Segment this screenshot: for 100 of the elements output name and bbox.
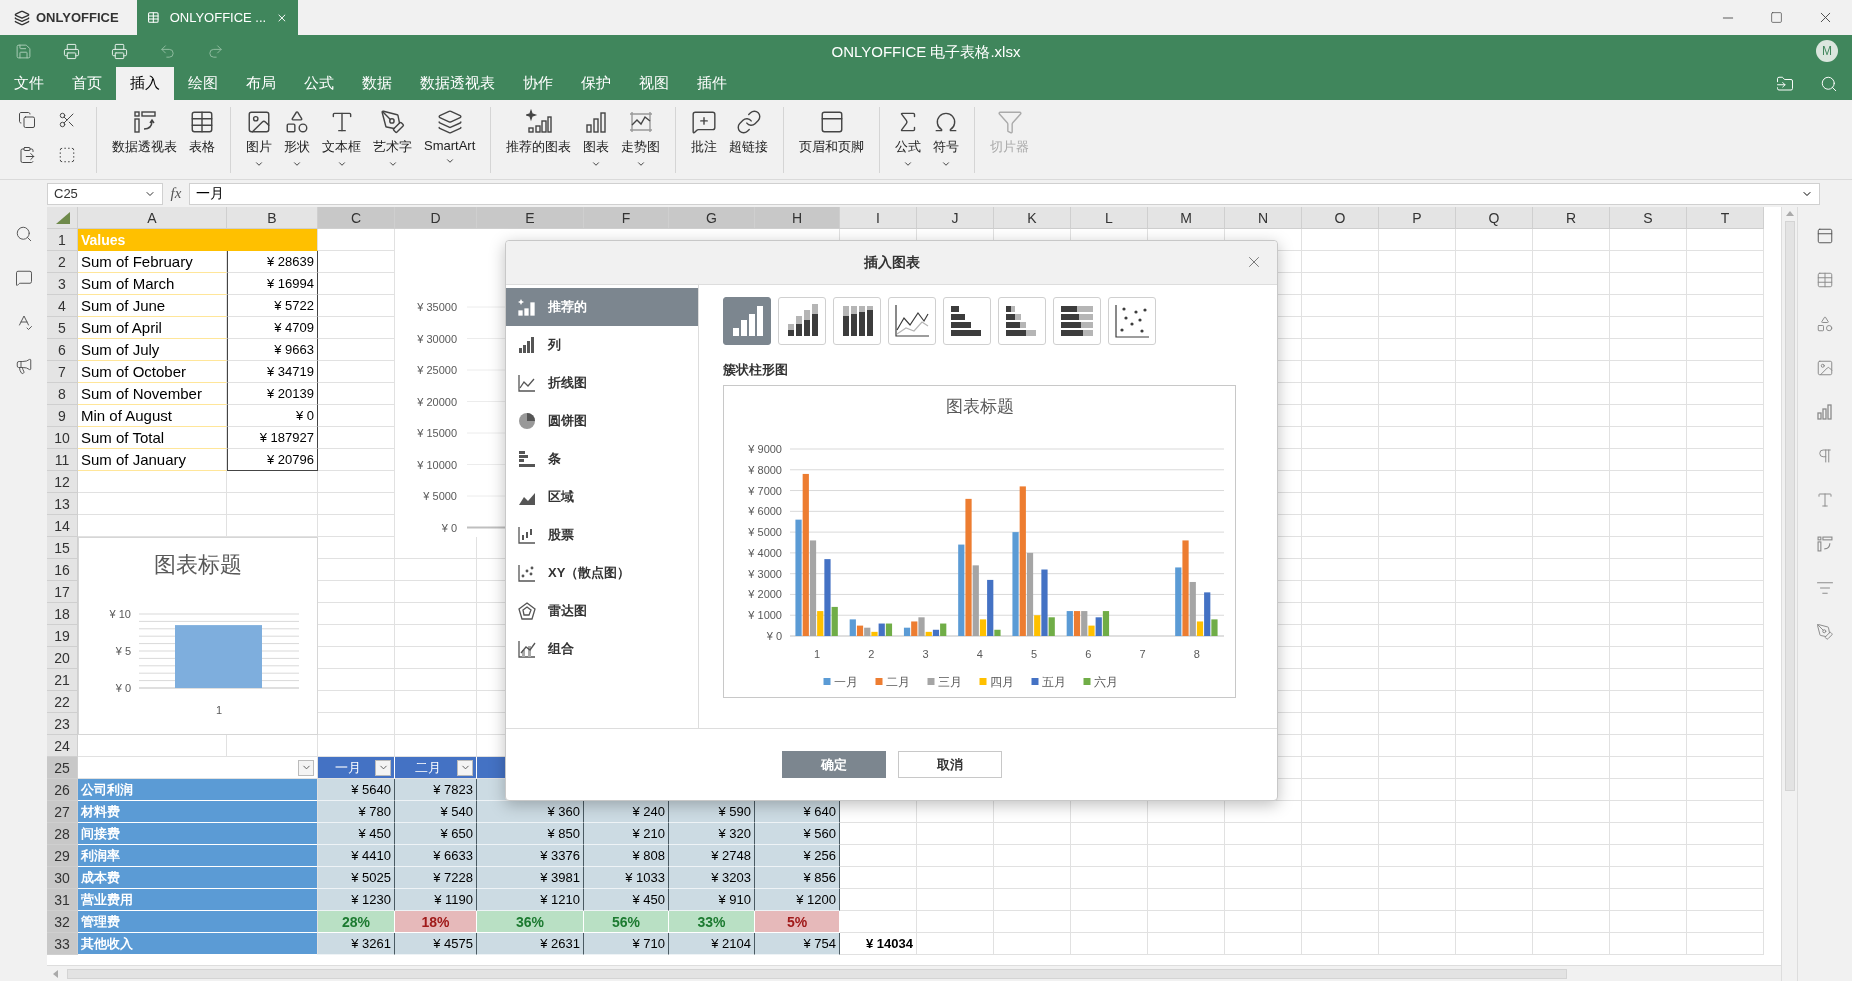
row-header[interactable]: 10 [47,427,78,449]
chart-type-button[interactable] [998,297,1046,345]
toolbar-button[interactable]: 公式 [890,106,927,171]
menu-tab[interactable]: 数据透视表 [406,67,509,100]
toolbar-button[interactable]: 表格 [184,106,220,158]
column-header[interactable]: S [1610,207,1687,229]
image-icon[interactable] [1816,359,1834,377]
menu-tab[interactable]: 布局 [232,67,290,100]
row-header[interactable]: 15 [47,537,78,559]
scrollbar-thumb[interactable] [67,968,1567,979]
row-header[interactable]: 30 [47,867,78,889]
undo-icon[interactable] [159,42,176,60]
folder-icon[interactable] [1776,74,1794,93]
toolbar-button[interactable]: 文本框 [317,106,366,171]
toolbar-button[interactable]: 超链接 [724,106,774,158]
column-header[interactable]: N [1225,207,1302,229]
column-header[interactable]: B [227,207,318,229]
menu-tab[interactable]: 插入 [116,67,174,100]
menu-tab[interactable]: 文件 [0,67,58,100]
column-header[interactable]: L [1071,207,1148,229]
row-header[interactable]: 16 [47,559,78,581]
row-header[interactable]: 4 [47,295,78,317]
chart-type-button[interactable] [1053,297,1101,345]
row-header[interactable]: 14 [47,515,78,537]
column-header[interactable]: Q [1456,207,1533,229]
row-header[interactable]: 25 [47,757,78,779]
column-header[interactable]: K [994,207,1071,229]
redo-icon[interactable] [207,42,224,60]
menu-tab[interactable]: 插件 [683,67,741,100]
chart-type-button[interactable] [833,297,881,345]
row-header[interactable]: 12 [47,471,78,493]
pen-icon[interactable] [1816,623,1834,641]
table-icon[interactable] [1816,271,1834,289]
toolbar-button[interactable]: 数据透视表 [107,106,182,158]
row-header[interactable]: 19 [47,625,78,647]
shapes-icon[interactable] [1816,315,1834,333]
scroll-up-icon[interactable] [1785,211,1794,217]
chart-category-item[interactable]: 条 [506,440,698,478]
toolbar-button[interactable]: 页眉和页脚 [794,106,870,158]
chart-category-item[interactable]: 股票 [506,516,698,554]
chart-category-item[interactable]: 组合 [506,630,698,668]
column-header[interactable]: P [1379,207,1456,229]
toolbar-button[interactable]: 图表 [578,106,615,171]
toolbar-button[interactable]: 批注 [686,106,723,158]
copy-icon[interactable] [18,110,36,129]
print-icon[interactable] [63,42,80,60]
pilcrow-icon[interactable] [1816,447,1834,465]
chart-category-item[interactable]: 雷达图 [506,592,698,630]
chart-category-item[interactable]: 折线图 [506,364,698,402]
row-header[interactable]: 31 [47,889,78,911]
chart-category-item[interactable]: 列 [506,326,698,364]
chart-category-item[interactable]: 推荐的 [506,288,698,326]
row-header[interactable]: 7 [47,361,78,383]
chart-category-item[interactable]: 区域 [506,478,698,516]
cut-icon[interactable] [58,110,76,129]
row-header[interactable]: 22 [47,691,78,713]
column-header[interactable]: D [395,207,477,229]
menu-tab[interactable]: 视图 [625,67,683,100]
print-icon[interactable] [111,42,128,60]
row-header[interactable]: 24 [47,735,78,757]
toolbar-button[interactable]: 推荐的图表 [501,106,577,158]
name-box[interactable]: C25 [47,182,163,205]
row-header[interactable]: 5 [47,317,78,339]
row-header[interactable]: 21 [47,669,78,691]
menu-tab[interactable]: 数据 [348,67,406,100]
row-header[interactable]: 18 [47,603,78,625]
cancel-button[interactable]: 取消 [897,751,1002,778]
column-header[interactable]: G [669,207,755,229]
menu-tab[interactable]: 绘图 [174,67,232,100]
row-header[interactable]: 8 [47,383,78,405]
toolbar-button[interactable]: SmartArt [419,106,481,168]
column-header[interactable]: R [1533,207,1610,229]
column-header[interactable]: M [1148,207,1225,229]
column-header[interactable]: O [1302,207,1379,229]
chart-type-button[interactable] [943,297,991,345]
row-header[interactable]: 23 [47,713,78,735]
filter-button[interactable] [375,759,391,776]
toolbar-button[interactable]: 形状 [279,106,315,171]
toolbar-button[interactable]: 走势图 [616,106,666,171]
search-icon[interactable] [14,225,33,243]
row-header[interactable]: 2 [47,251,78,273]
row-header[interactable]: 13 [47,493,78,515]
paste-icon[interactable] [18,145,36,164]
ok-button[interactable]: 确定 [781,751,886,778]
document-tab[interactable]: ONLYOFFICE ... [137,0,298,35]
row-header[interactable]: 29 [47,845,78,867]
column-header[interactable]: E [477,207,584,229]
row-header[interactable]: 17 [47,581,78,603]
menu-tab[interactable]: 首页 [58,67,116,100]
pivot-table-icon[interactable] [1816,535,1834,553]
row-header[interactable]: 9 [47,405,78,427]
chart-category-item[interactable]: 圆饼图 [506,402,698,440]
toolbar-button[interactable]: 图片 [241,106,277,171]
column-header[interactable]: T [1687,207,1764,229]
comment-icon[interactable] [14,269,33,287]
bar-chart-icon[interactable] [1816,403,1834,421]
scroll-left-icon[interactable] [53,969,59,978]
column-header[interactable]: C [318,207,395,229]
search-icon[interactable] [1820,74,1838,93]
toolbar-button[interactable]: 符号 [928,106,965,171]
